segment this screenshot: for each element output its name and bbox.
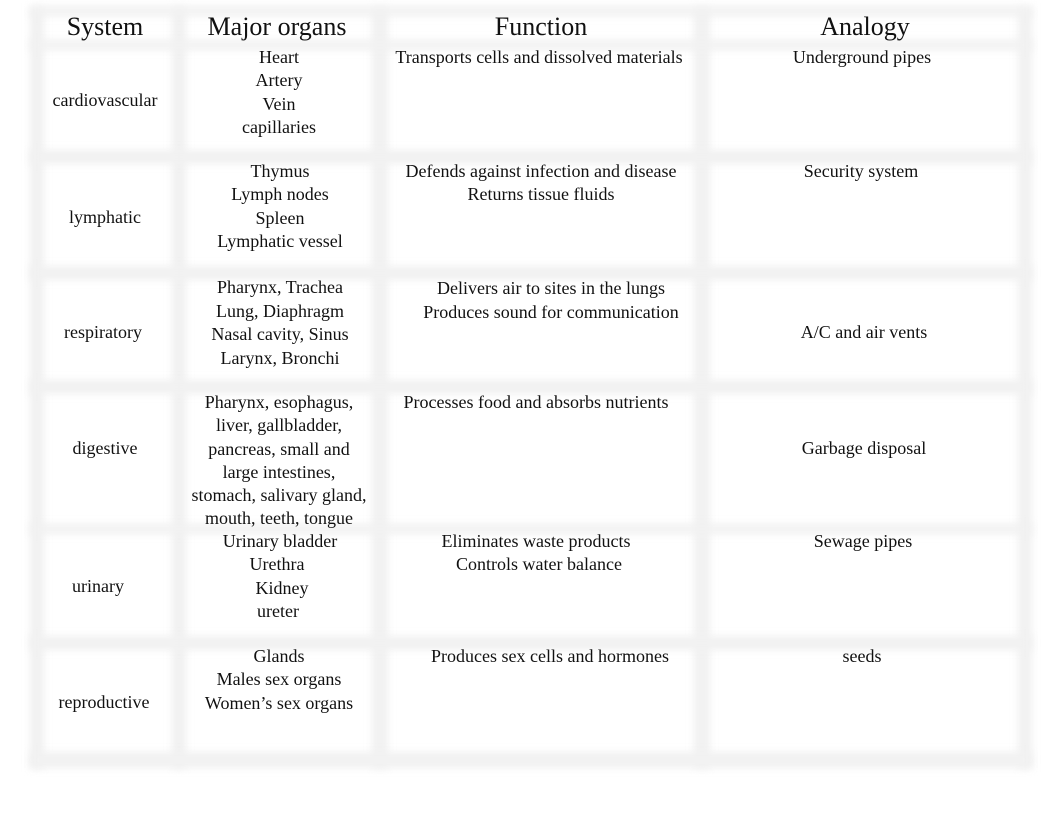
organ-item: Artery (255, 70, 303, 91)
organ-item: Heart (259, 47, 299, 67)
organ-item: Urethra (249, 554, 305, 575)
function-item: Controls water balance (456, 554, 622, 575)
function-cell: Processes food and absorbs nutrients (386, 391, 686, 414)
system-cell: digestive (72, 438, 138, 459)
organ-item: Vein (262, 93, 296, 114)
system-cell: lymphatic (69, 207, 141, 228)
organ-item: Glands (253, 646, 305, 666)
system-cell: reproductive (58, 692, 150, 713)
organ-item: Thymus (250, 161, 310, 181)
organ-item: liver, gallbladder, (215, 415, 342, 436)
organs-cell: Pharynx, esophagus, liver, gallbladder, … (182, 391, 376, 531)
organ-item: Lymph nodes (231, 184, 329, 205)
analogy-cell: Garbage disposal (801, 438, 927, 459)
system-cell: respiratory (64, 322, 142, 343)
header-function: Function (494, 12, 588, 41)
organ-item: large intestines, (222, 461, 336, 482)
function-cell: Defends against infection and disease Re… (386, 160, 696, 207)
organ-item: Pharynx, Trachea (217, 277, 343, 297)
function-cell: Eliminates waste products Controls water… (386, 530, 686, 577)
function-item: Processes food and absorbs nutrients (403, 392, 669, 412)
organ-item: Spleen (255, 207, 305, 228)
function-item: Produces sound for communication (423, 302, 679, 322)
system-cell: cardiovascular (52, 90, 158, 111)
organ-item: Women’s sex organs (204, 692, 354, 713)
function-cell: Delivers air to sites in the lungs Produ… (386, 276, 716, 324)
organ-item: Nasal cavity, Sinus (211, 324, 349, 345)
organs-cell: Pharynx, Trachea Lung, Diaphragm Nasal c… (182, 276, 378, 370)
organ-item: stomach, salivary gland, (191, 485, 367, 506)
header-system: System (66, 12, 144, 41)
function-item: Produces sex cells and hormones (431, 646, 669, 666)
function-item: Returns tissue fluids (467, 184, 615, 205)
function-item: Delivers air to sites in the lungs (437, 278, 665, 298)
organ-item: capillaries (242, 116, 316, 137)
organs-cell: Urinary bladder Urethra Kidney ureter (182, 530, 378, 623)
organ-item: pancreas, small and (208, 438, 350, 459)
organ-item: Kidney (255, 577, 309, 598)
organ-item: Urinary bladder (222, 531, 338, 551)
system-cell: urinary (72, 576, 124, 597)
function-item: Transports cells and dissolved materials (395, 47, 683, 67)
header-major-organs: Major organs (207, 12, 347, 41)
analogy-cell: Security system (803, 161, 919, 181)
organ-item: Lymphatic vessel (217, 230, 343, 251)
organ-item: ureter (257, 600, 299, 621)
organ-item: Pharynx, esophagus, (204, 392, 354, 412)
organs-cell: Thymus Lymph nodes Spleen Lymphatic vess… (182, 160, 378, 253)
organ-item: mouth, teeth, tongue (205, 508, 353, 529)
analogy-cell: Sewage pipes (813, 531, 913, 551)
function-cell: Produces sex cells and hormones (386, 645, 714, 668)
analogy-cell: seeds (842, 646, 882, 666)
table-border-bottom (30, 752, 1032, 768)
organs-cell: Heart Artery Vein capillaries (182, 46, 376, 139)
function-item: Eliminates waste products (441, 531, 631, 551)
organ-item: Males sex organs (216, 669, 342, 690)
organ-item: Lung, Diaphragm (216, 300, 344, 321)
function-item: Defends against infection and disease (405, 161, 677, 181)
function-cell: Transports cells and dissolved materials (386, 46, 692, 69)
organ-item: Larynx, Bronchi (220, 347, 340, 368)
analogy-cell: Underground pipes (792, 47, 932, 67)
header-analogy: Analogy (820, 12, 910, 41)
analogy-cell: A/C and air vents (800, 322, 928, 343)
organs-cell: Glands Males sex organs Women’s sex orga… (182, 645, 376, 715)
